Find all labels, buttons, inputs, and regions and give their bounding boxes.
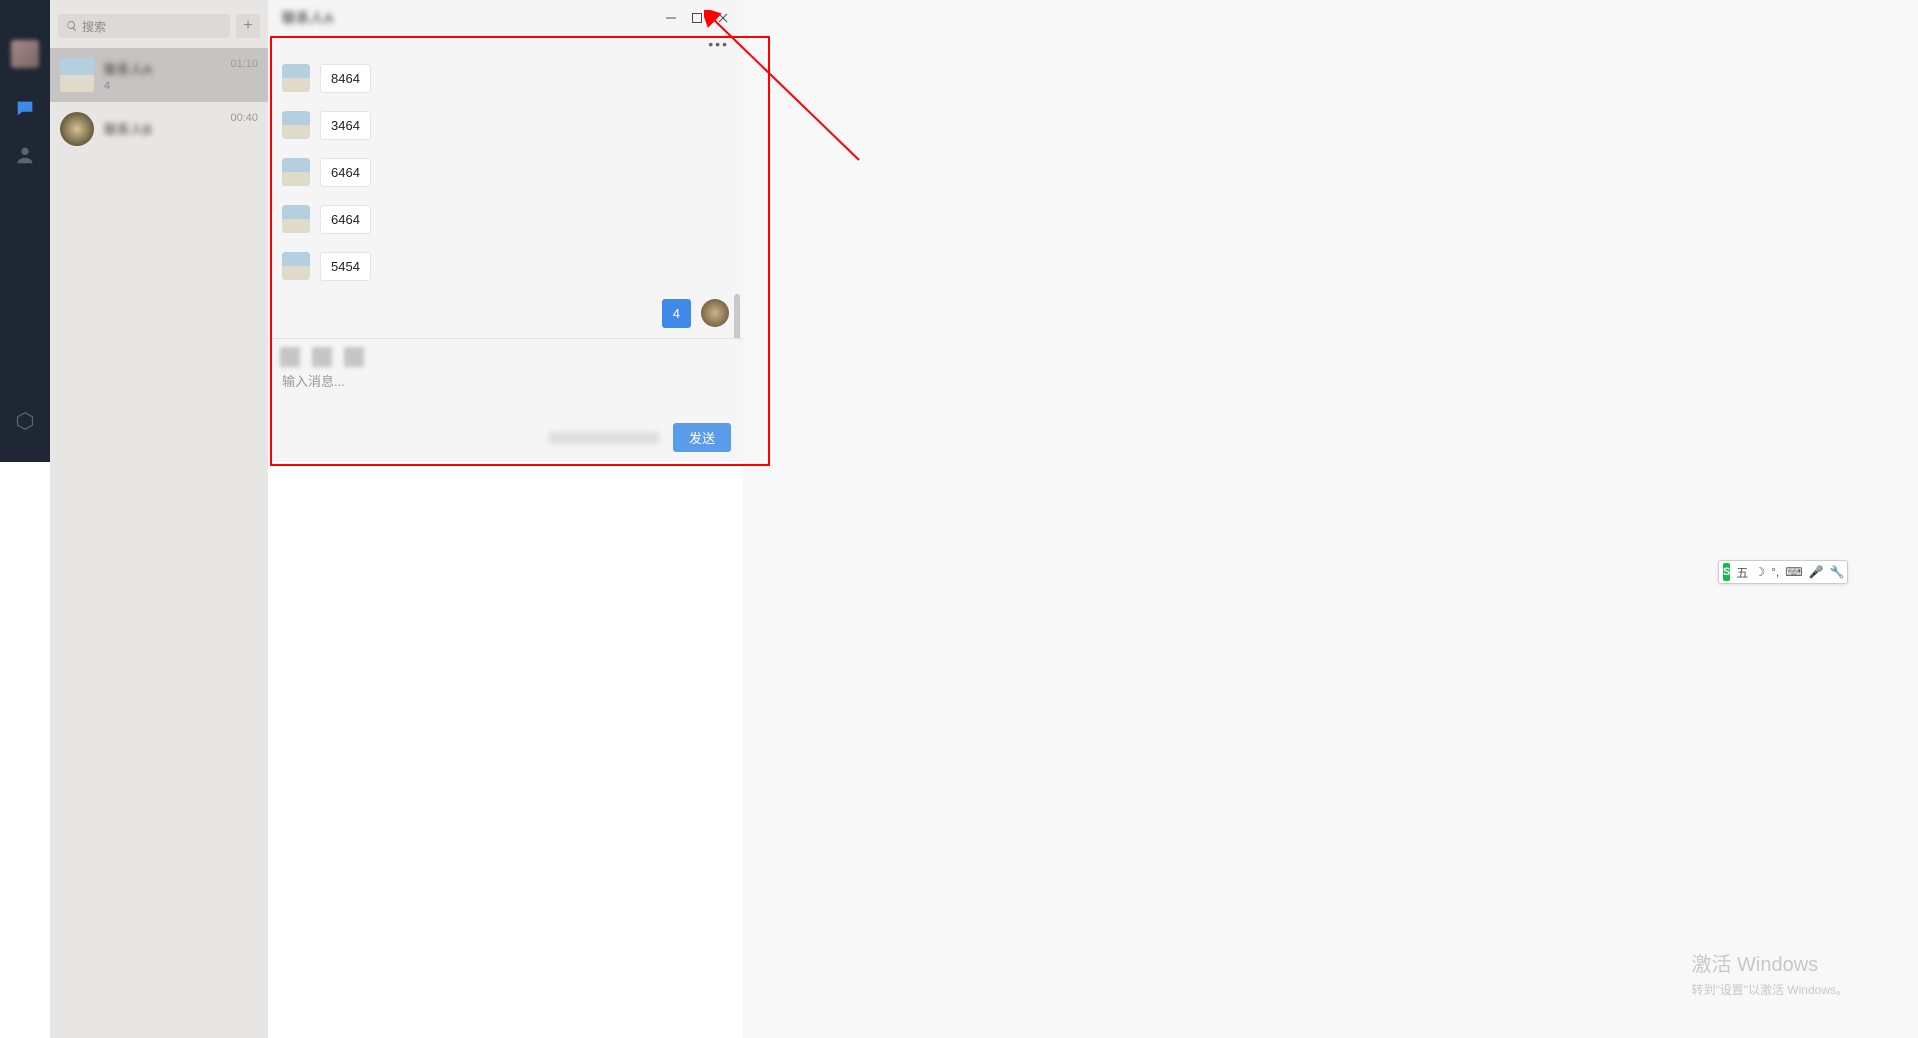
file-icon[interactable] — [312, 347, 332, 367]
wrench-icon: 🔧 — [1830, 565, 1845, 579]
chat-icon[interactable] — [14, 98, 36, 120]
avatar — [282, 252, 310, 280]
conversation-item[interactable]: 联系人B 00:40 — [50, 102, 268, 156]
message-input[interactable]: 输入消息... — [268, 371, 743, 415]
watermark-subtitle: 转到"设置"以激活 Windows。 — [1691, 981, 1848, 998]
contacts-icon[interactable] — [14, 144, 36, 166]
send-button[interactable]: 发送 — [673, 423, 731, 452]
windows-activation-watermark: 激活 Windows 转到"设置"以激活 Windows。 — [1691, 948, 1848, 998]
moon-icon: ☽ — [1754, 565, 1765, 579]
avatar — [282, 205, 310, 233]
search-placeholder: 搜索 — [82, 18, 106, 35]
avatar — [282, 158, 310, 186]
nav-rail — [0, 0, 50, 462]
message-bubble: 3464 — [320, 111, 371, 140]
message-bubble: 6464 — [320, 158, 371, 187]
ime-mode-label: 五 — [1736, 564, 1748, 581]
watermark-title: 激活 Windows — [1691, 948, 1848, 977]
mic-icon: 🎤 — [1809, 565, 1824, 579]
window-controls — [665, 12, 729, 24]
desktop-area — [0, 462, 50, 1038]
conversation-preview: 4 — [104, 80, 220, 92]
message-bubble: 4 — [662, 299, 691, 328]
conversation-list: 搜索 + 联系人A 4 01:10 联系人B 00:40 — [50, 0, 268, 462]
composer: 输入消息... 发送 — [268, 338, 743, 462]
punct-icon: °, — [1771, 565, 1779, 579]
add-button[interactable]: + — [236, 14, 260, 38]
settings-hex-icon[interactable] — [14, 410, 36, 432]
message-bubble: 6464 — [320, 205, 371, 234]
conversation-name: 联系人A — [104, 59, 220, 78]
maximize-button[interactable] — [691, 12, 703, 24]
avatar — [282, 64, 310, 92]
more-icon[interactable]: ••• — [708, 36, 729, 52]
desktop-area — [50, 462, 268, 1038]
conversation-time: 00:40 — [230, 112, 258, 124]
message-row: 5454 — [282, 252, 729, 281]
message-bubble: 8464 — [320, 64, 371, 93]
keyboard-icon: ⌨ — [1785, 565, 1802, 579]
close-button[interactable] — [717, 12, 729, 24]
emoji-icon[interactable] — [280, 347, 300, 367]
message-row: 8464 — [282, 64, 729, 93]
avatar — [701, 299, 729, 327]
chat-header: 联系人A — [268, 0, 743, 36]
message-row: 3464 — [282, 111, 729, 140]
chat-pane: 联系人A ••• 8464 3464 646 — [268, 0, 743, 462]
send-hint — [549, 432, 659, 444]
ime-badge-icon: S — [1723, 563, 1730, 581]
desktop-area — [268, 462, 743, 1038]
desktop-area: S 五 ☽ °, ⌨ 🎤 🔧 激活 Windows 转到"设置"以激活 Wind… — [743, 0, 1918, 1038]
conversation-name: 联系人B — [104, 119, 220, 138]
conversation-item[interactable]: 联系人A 4 01:10 — [50, 48, 268, 102]
ime-toolbar[interactable]: S 五 ☽ °, ⌨ 🎤 🔧 — [1718, 560, 1848, 584]
avatar — [282, 111, 310, 139]
user-avatar[interactable] — [11, 40, 39, 68]
conversation-time: 01:10 — [230, 58, 258, 70]
screenshot-icon[interactable] — [344, 347, 364, 367]
search-icon — [66, 20, 78, 32]
message-row: 6464 — [282, 158, 729, 187]
message-bubble: 5454 — [320, 252, 371, 281]
avatar — [60, 58, 94, 92]
message-row: 6464 — [282, 205, 729, 234]
search-input[interactable]: 搜索 — [58, 14, 230, 38]
chat-title: 联系人A — [282, 8, 333, 28]
message-row: 4 — [282, 299, 729, 328]
scrollbar[interactable] — [734, 294, 740, 338]
minimize-button[interactable] — [665, 12, 677, 24]
message-list: 8464 3464 6464 6464 5454 4 — [268, 54, 743, 338]
avatar — [60, 112, 94, 146]
